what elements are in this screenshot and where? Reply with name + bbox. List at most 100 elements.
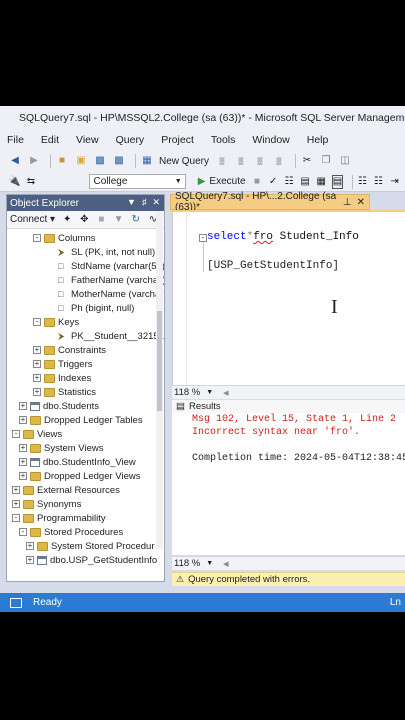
connect-dropdown[interactable]: Connect ▾ [10, 214, 55, 225]
tree-item[interactable]: + dbo.USP_GetStudentInfo [26, 553, 157, 567]
copy-icon[interactable]: ❐ [319, 154, 333, 168]
zoom-level[interactable]: 118 % [174, 387, 200, 398]
tree-item[interactable]: □ Ph (bigint, null) [47, 301, 134, 315]
expand-icon[interactable]: + [33, 388, 41, 396]
indent-icon[interactable]: ⇥ [389, 175, 400, 189]
dropdown-icon[interactable]: ▼ [127, 197, 136, 208]
tree-item[interactable]: - Stored Procedures [19, 525, 123, 539]
menu-file[interactable]: File [6, 134, 25, 146]
expand-icon[interactable]: + [26, 542, 34, 550]
expand-icon[interactable]: + [12, 486, 20, 494]
chevron-down-icon[interactable]: ▼ [206, 560, 213, 567]
tree-item[interactable]: ⮞ PK__Student__321510 [47, 329, 164, 343]
connect-icon[interactable]: 🔌 [8, 175, 20, 189]
new-item-icon[interactable]: ■ [55, 154, 69, 168]
tab-sqlquery7[interactable]: SQLQuery7.sql - HP\...2.College (sa (63)… [170, 191, 370, 213]
menu-help[interactable]: Help [306, 134, 330, 146]
filter-icon[interactable]: ▼ [113, 213, 125, 227]
change-connection-icon[interactable]: ⇆ [25, 175, 36, 189]
tree-item[interactable]: + System Stored Procedur [26, 539, 155, 553]
tree-item[interactable]: - Keys [33, 315, 79, 329]
tree-item[interactable]: + Indexes [33, 371, 91, 385]
expand-icon[interactable]: + [12, 500, 20, 508]
menu-edit[interactable]: Edit [40, 134, 60, 146]
query-editor[interactable]: - select*fro Student_Info [USP_GetStuden… [172, 212, 405, 385]
new-query-button[interactable]: New Query [159, 156, 209, 167]
tree-item[interactable]: + System Views [19, 441, 103, 455]
expand-icon[interactable]: + [19, 444, 27, 452]
tree-item[interactable]: + dbo.StudentInfo_View [19, 455, 136, 469]
query-options-icon[interactable]: ▤ [300, 175, 311, 189]
tree-item[interactable]: ⮞ SL (PK, int, not null) [47, 245, 155, 259]
collapse-icon[interactable]: - [33, 234, 41, 242]
expand-icon[interactable]: + [33, 374, 41, 382]
open-file-icon[interactable]: ▣ [74, 154, 88, 168]
connect-plug-icon[interactable]: ✦ [61, 213, 73, 227]
mdx-query-icon[interactable]: ▒ [215, 154, 229, 168]
menu-tools[interactable]: Tools [210, 134, 237, 146]
forward-icon[interactable]: ▶ [27, 154, 41, 168]
expand-icon[interactable]: + [19, 472, 27, 480]
stop-icon[interactable]: ■ [95, 213, 107, 227]
execute-button[interactable]: ▶ Execute [198, 176, 246, 187]
collapse-icon[interactable]: - [19, 528, 27, 536]
tree-item[interactable]: + Dropped Ledger Views [19, 469, 140, 483]
object-explorer-scrollbar[interactable] [156, 211, 163, 549]
database-selector[interactable]: College ▼ [89, 174, 186, 189]
tree-item[interactable]: □ MotherName (varchar [47, 287, 163, 301]
collapse-icon[interactable]: - [12, 514, 20, 522]
paste-icon[interactable]: ◫ [338, 154, 352, 168]
expand-icon[interactable]: + [33, 346, 41, 354]
tree-item[interactable]: + Triggers [33, 357, 93, 371]
uncomment-icon[interactable]: ☷ [373, 175, 384, 189]
menu-window[interactable]: Window [251, 134, 290, 146]
new-query-icon[interactable]: ▦ [140, 154, 154, 168]
scroll-left-icon[interactable]: ◀ [223, 389, 228, 397]
save-icon[interactable]: ▩ [93, 154, 107, 168]
collapse-icon[interactable]: - [33, 318, 41, 326]
tree-item[interactable]: + Dropped Ledger Tables [19, 413, 143, 427]
expand-icon[interactable]: + [33, 360, 41, 368]
parse-check-icon[interactable]: ✓ [268, 175, 279, 189]
xmla-query-icon[interactable]: ▒ [253, 154, 267, 168]
chevron-down-icon[interactable]: ▼ [206, 389, 213, 396]
menu-query[interactable]: Query [115, 134, 146, 146]
back-icon[interactable]: ◀ [8, 154, 22, 168]
tree-item[interactable]: - Views [12, 427, 62, 441]
cut-icon[interactable]: ✂ [300, 154, 314, 168]
tree-item[interactable]: - Columns [33, 231, 96, 245]
dmx-query-icon[interactable]: ▒ [234, 154, 248, 168]
close-icon[interactable]: ✕ [152, 197, 160, 208]
expand-icon[interactable]: + [19, 458, 27, 466]
comment-icon[interactable]: ☷ [357, 175, 368, 189]
close-icon[interactable]: ✕ [357, 197, 365, 208]
results-to-grid-icon[interactable]: ▦ [316, 175, 327, 189]
tree-item[interactable]: + Constraints [33, 343, 106, 357]
scroll-left-icon[interactable]: ◀ [223, 560, 228, 568]
collapse-toggle-icon[interactable]: - [199, 234, 207, 242]
save-all-icon[interactable]: ▩ [112, 154, 126, 168]
expand-icon[interactable]: + [19, 416, 27, 424]
menu-view[interactable]: View [75, 134, 100, 146]
stop-icon[interactable]: ■ [252, 175, 263, 189]
display-plan-icon[interactable]: ☷ [284, 175, 295, 189]
collapse-icon[interactable]: - [12, 430, 20, 438]
dax-query-icon[interactable]: ▒ [272, 154, 286, 168]
tree-item[interactable]: □ FatherName (varchar(5 [47, 273, 164, 287]
results-to-text-icon[interactable]: ▤ [331, 174, 344, 189]
scrollbar-thumb[interactable] [157, 311, 162, 411]
tree-item[interactable]: + Statistics [33, 385, 96, 399]
tree-item[interactable]: - Programmability [12, 511, 106, 525]
refresh-icon[interactable]: ↻ [130, 213, 142, 227]
results-tab[interactable]: ▤ Results [172, 400, 405, 413]
disconnect-icon[interactable]: ✥ [78, 213, 90, 227]
tree-item[interactable]: + External Resources [12, 483, 120, 497]
zoom-level[interactable]: 118 % [174, 558, 200, 569]
tree-item[interactable]: + Synonyms [12, 497, 81, 511]
menu-project[interactable]: Project [160, 134, 195, 146]
pin-icon[interactable]: ♯ [142, 197, 147, 208]
tree-item[interactable]: + dbo.Students [19, 399, 99, 413]
expand-icon[interactable]: + [26, 556, 34, 564]
tree-item[interactable]: □ StdName (varchar(50) [47, 259, 164, 273]
expand-icon[interactable]: + [19, 402, 27, 410]
